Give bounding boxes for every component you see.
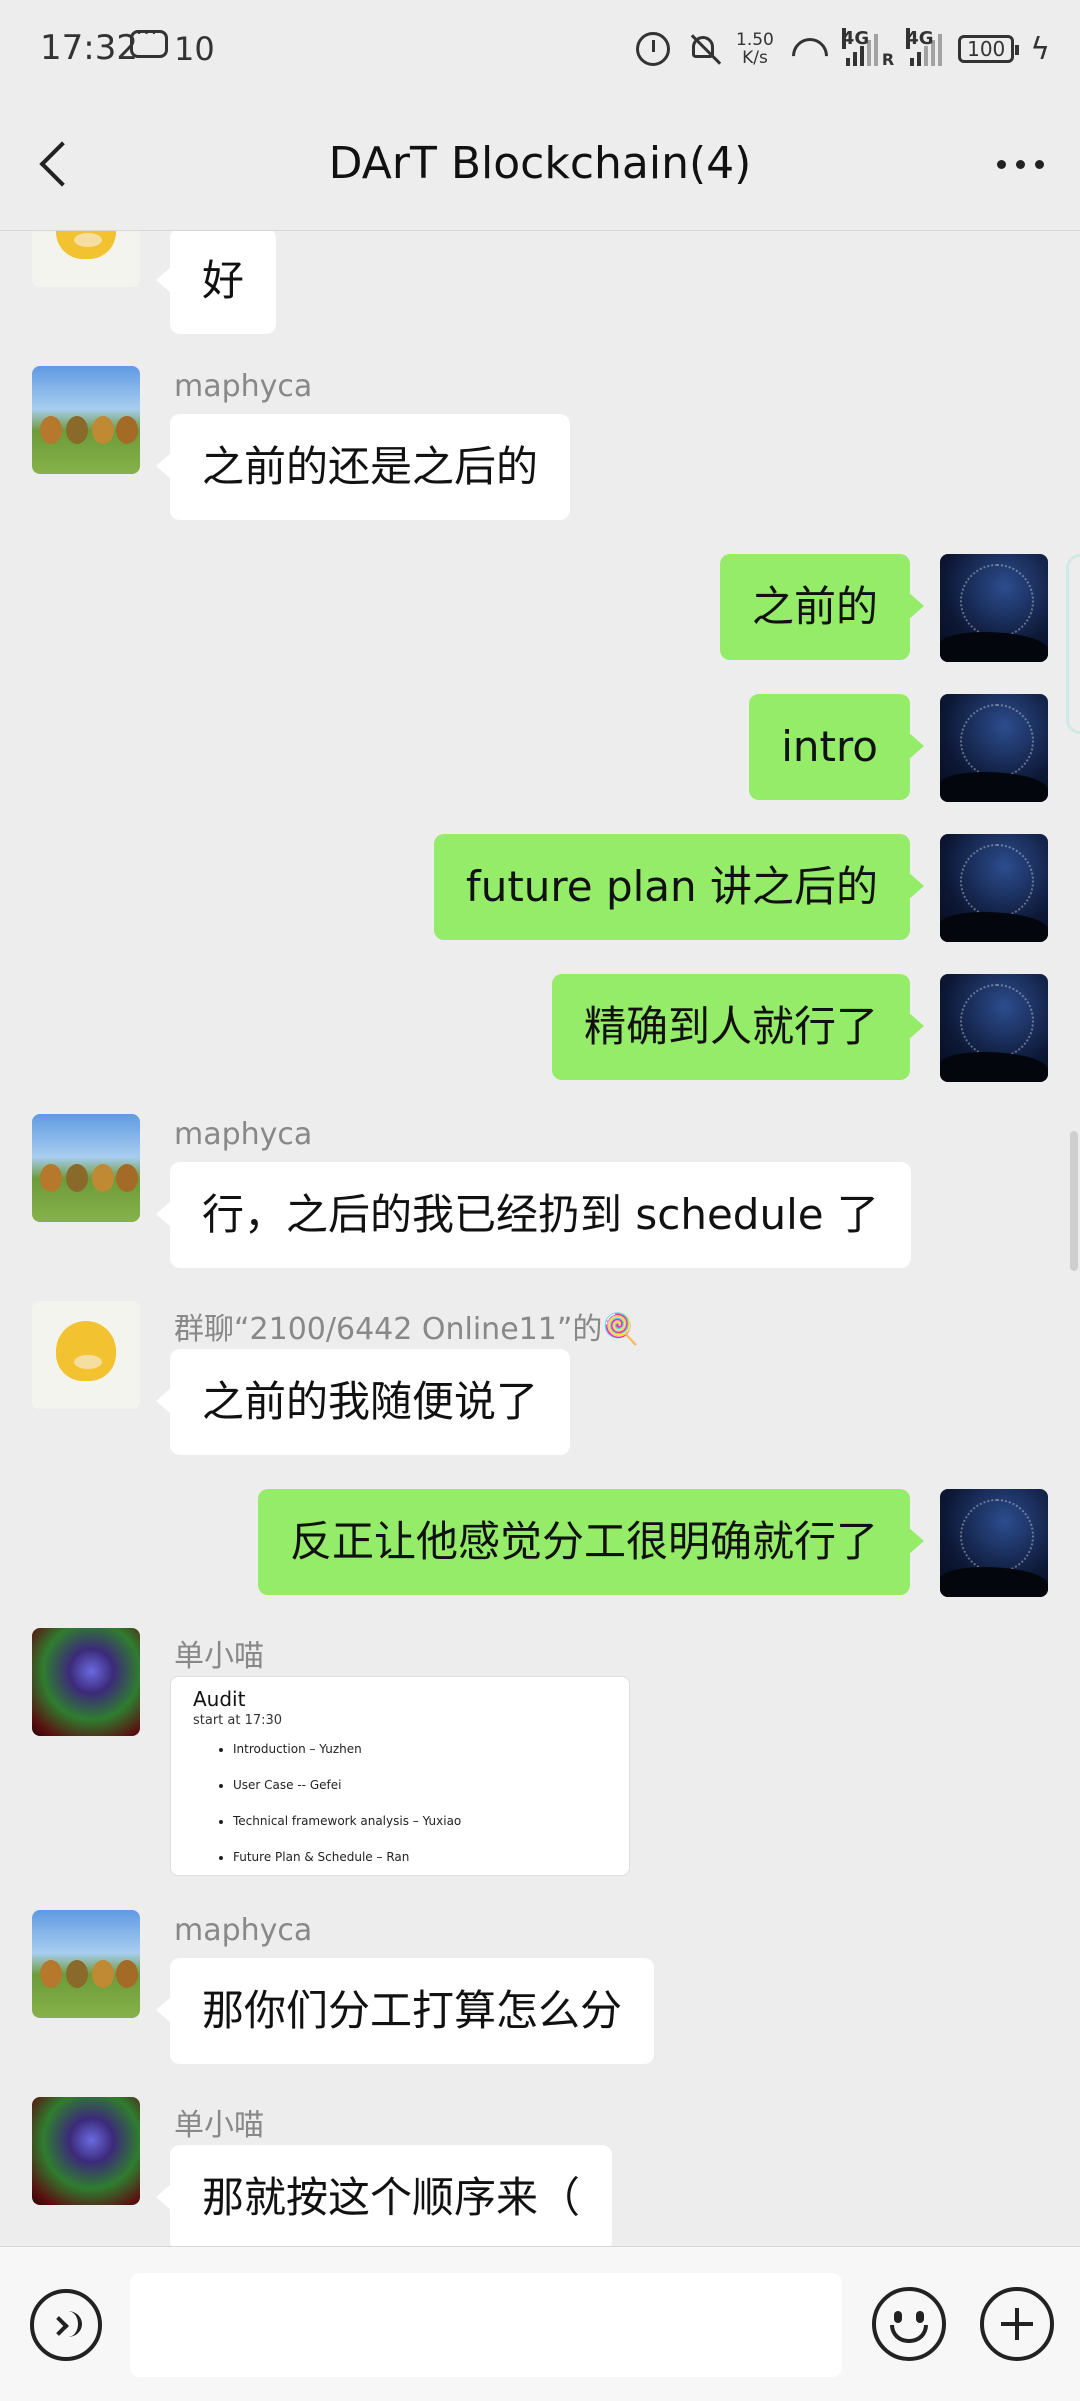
chat-title: DArT Blockchain(4) [328,138,752,189]
message-bubble[interactable]: 之前的还是之后的 [155,414,571,520]
abstract-avatar[interactable] [32,1628,140,1736]
star-trails-avatar[interactable] [940,834,1048,942]
message-bubble[interactable]: 之前的我随便说了 [155,1349,571,1455]
trees-avatar[interactable] [32,1114,140,1222]
signal-sim1-icon: 4G [841,28,878,66]
sender-name: maphyca [174,369,313,404]
voice-input-icon[interactable] [30,2289,102,2361]
chat-header: DArT Blockchain(4) [0,100,1080,231]
sender-name: 单小喵 [174,2108,264,2143]
image-title: Audit [193,1687,246,1711]
sim2-label: 4G [906,28,934,49]
edge-scroll-handle[interactable] [1066,554,1080,734]
image-list-item: Future Plan & Schedule – Ran [233,1850,607,1864]
network-speed-unit: K/s [742,48,768,68]
trees-avatar[interactable] [32,1910,140,2018]
message-input[interactable] [130,2273,842,2377]
sim1-label: 4G [841,28,870,49]
scrollbar[interactable] [1070,1131,1078,1271]
message-bubble[interactable]: 那就按这个顺序来（ [155,2145,613,2246]
battery-icon: 100 [958,35,1020,63]
wifi-icon [790,34,830,64]
charging-icon: ϟ [1030,31,1050,67]
battery-level: 100 [967,37,1006,61]
message-bubble[interactable]: 行，之后的我已经扔到 schedule 了 [156,1162,911,1268]
image-subtitle: start at 17:30 [193,1713,283,1728]
star-trails-avatar[interactable] [940,1489,1048,1597]
message-list[interactable]: 好 maphyca 之前的还是之后的 之前的 intro future plan… [0,231,1080,2246]
message-bubble[interactable]: 反正让他感觉分工很明确就行了 [257,1489,925,1595]
image-list: Introduction – Yuzhen User Case -- Gefei… [193,1742,607,1864]
sender-name: maphyca [174,1117,313,1152]
star-trails-avatar[interactable] [940,974,1048,1082]
psyduck-avatar[interactable] [32,231,140,287]
image-list-item: Introduction – Yuzhen [233,1742,607,1756]
network-speed-value: 1.50 [736,30,774,50]
message-bubble[interactable]: 之前的 [719,554,925,660]
sender-name: 群聊“2100/6442 Online11”的🍭 [174,1312,640,1347]
input-bar [0,2246,1080,2401]
star-trails-avatar[interactable] [940,694,1048,802]
roaming-label: R [881,49,895,69]
message-bubble[interactable]: intro [749,694,924,800]
sender-name: maphyca [174,1913,313,1948]
mute-bell-icon [686,32,720,66]
message-notification-icon [130,21,168,58]
plus-icon[interactable] [980,2287,1054,2361]
status-icons: 1.50 K/s 4G R 4G 100 ϟ [636,24,1050,74]
more-options-icon[interactable] [997,160,1044,169]
network-speed: 1.50 K/s [736,31,774,67]
message-bubble[interactable]: future plan 讲之后的 [433,834,925,940]
signal-sim2-icon: 4G [906,28,943,66]
abstract-avatar[interactable] [32,2097,140,2205]
psyduck-avatar[interactable] [32,1301,140,1409]
image-list-item: Technical framework analysis – Yuxiao [233,1814,607,1828]
notification-count: 10 [174,30,215,68]
message-bubble[interactable]: 精确到人就行了 [551,974,925,1080]
star-trails-avatar[interactable] [940,554,1048,662]
emoji-icon[interactable] [872,2287,946,2361]
status-time: 17:32 [40,28,138,68]
image-list-item: User Case -- Gefei [233,1778,607,1792]
trees-avatar[interactable] [32,366,140,474]
message-bubble[interactable]: 那你们分工打算怎么分 [155,1958,655,2064]
status-bar: 17:32 10 1.50 K/s 4G R 4G 100 ϟ [0,0,1080,100]
image-message[interactable]: Audit start at 17:30 Introduction – Yuzh… [170,1676,630,1876]
alarm-icon [636,32,671,66]
message-bubble[interactable]: 好 [155,231,277,334]
sender-name: 单小喵 [174,1639,264,1674]
